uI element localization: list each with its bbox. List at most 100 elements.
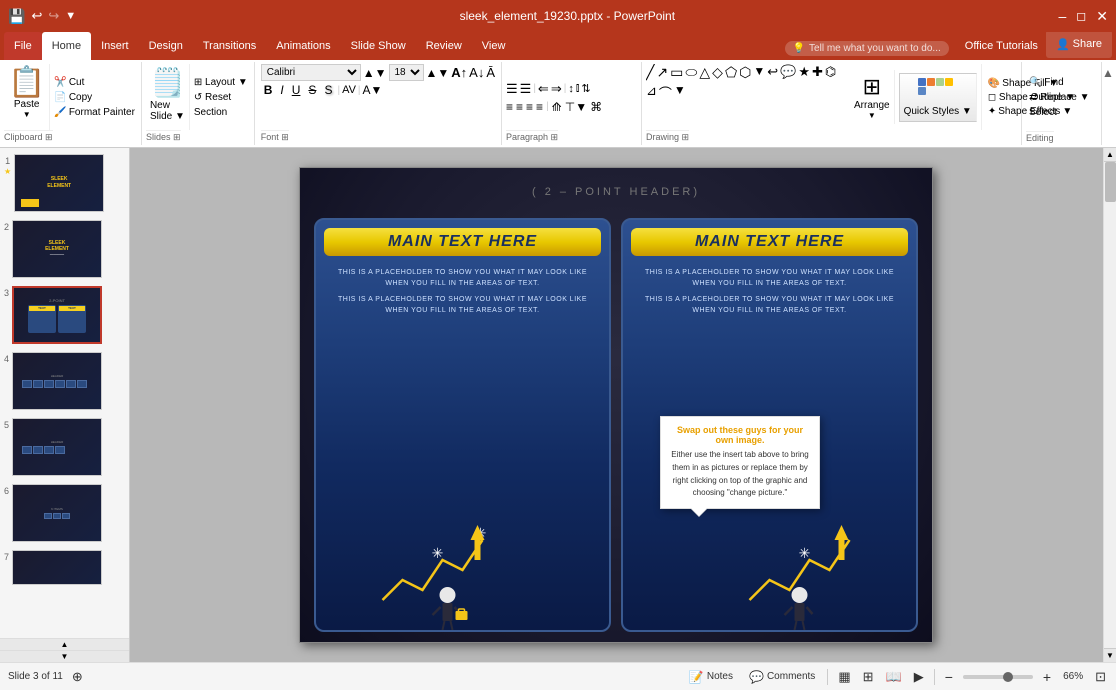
shape-rect[interactable]: ▭ [670, 64, 683, 81]
slide-item[interactable]: 1 ★ SLEEKELEMENT [4, 154, 125, 212]
slide-thumbnail[interactable]: HEADER [12, 418, 102, 476]
bullets-btn[interactable]: ☰ [506, 81, 518, 97]
shape-triangle[interactable]: △ [699, 64, 710, 81]
customize-icon[interactable]: ▼ [65, 10, 76, 22]
normal-view-btn[interactable]: ▦ [836, 669, 852, 685]
tell-me-input[interactable]: 💡 Tell me what you want to do... [785, 41, 949, 56]
line-spacing-btn[interactable]: ↕ [568, 83, 574, 95]
text-direction-btn[interactable]: ⟰ [552, 100, 562, 114]
columns-btn[interactable]: ⫾ [576, 82, 580, 95]
office-tutorials-btn[interactable]: Office Tutorials [957, 32, 1046, 60]
replace-button[interactable]: ⇄ Replace ▼ [1026, 91, 1093, 104]
font-color-btn[interactable]: A▼ [363, 83, 383, 97]
slide-item[interactable]: 6 6 ITEMS [4, 484, 125, 542]
scroll-up-arrow[interactable]: ▲ [0, 638, 129, 650]
redo-icon[interactable]: ↪ [48, 8, 59, 24]
zoom-slider[interactable] [963, 675, 1033, 679]
zoom-level[interactable]: 66% [1061, 671, 1085, 682]
slide-item[interactable]: 2 SLEEKELEMENT──── [4, 220, 125, 278]
decrease-indent-btn[interactable]: ⇐ [538, 81, 549, 97]
increase-indent-btn[interactable]: ⇒ [551, 81, 562, 97]
zoom-in-btn[interactable]: + [1041, 669, 1053, 685]
vscroll-down[interactable]: ▼ [1104, 648, 1116, 662]
shape-pentagon[interactable]: ⬠ [725, 64, 737, 81]
slide-thumbnail[interactable]: SLEEKELEMENT [14, 154, 104, 212]
underline-btn[interactable]: U [289, 83, 304, 97]
layout-button[interactable]: ⊞ Layout ▼ [192, 76, 250, 89]
slide-thumbnail[interactable] [12, 550, 102, 585]
align-center-btn[interactable]: ≡ [516, 100, 523, 114]
align-text-btn[interactable]: ⊤▼ [565, 100, 587, 114]
copy-button[interactable]: 📄 Copy [52, 91, 137, 104]
font-size-select[interactable]: 18 [389, 64, 424, 81]
numbering-btn[interactable]: ☰ [520, 81, 532, 97]
shape-custom3[interactable]: ⌒ [659, 83, 672, 102]
share-button[interactable]: 👤Share [1046, 30, 1112, 58]
notes-button[interactable]: 📝 Notes [685, 668, 737, 686]
slide-item[interactable]: 7 [4, 550, 125, 585]
shape-star[interactable]: ★ [798, 64, 810, 81]
slide-thumbnail[interactable]: 6 ITEMS [12, 484, 102, 542]
strikethrough-btn[interactable]: S [305, 83, 319, 97]
new-slide-button[interactable]: 🗒️ NewSlide ▼ [146, 64, 190, 130]
increase-font-btn[interactable]: A↑ [451, 65, 467, 80]
minimize-icon[interactable]: – [1059, 8, 1067, 24]
slide-sorter-btn[interactable]: ⊞ [861, 669, 876, 685]
shape-curved-arr[interactable]: ↩ [767, 64, 778, 81]
justify-btn[interactable]: ≡ [536, 100, 543, 114]
slide-thumbnail[interactable]: SLEEKELEMENT──── [12, 220, 102, 278]
shadow-btn[interactable]: S [321, 83, 335, 97]
reset-button[interactable]: ↺ Reset [192, 91, 250, 104]
vscroll-thumb[interactable] [1105, 162, 1116, 202]
align-right-btn[interactable]: ≡ [526, 100, 533, 114]
tab-design[interactable]: Design [139, 32, 193, 60]
font-family-select[interactable]: Calibri [261, 64, 361, 81]
shape-ellipse[interactable]: ⬭ [685, 64, 697, 81]
find-button[interactable]: 🔍 Find [1026, 76, 1093, 89]
align-left-btn[interactable]: ≡ [506, 100, 513, 114]
quick-styles-button[interactable]: Quick Styles ▼ [899, 73, 977, 122]
zoom-out-btn[interactable]: − [943, 669, 955, 685]
slide-thumbnail[interactable]: HEADER [12, 352, 102, 410]
shape-custom2[interactable]: ⊿ [646, 83, 657, 102]
smartart-btn[interactable]: ⌘ [590, 100, 602, 114]
tab-slideshow[interactable]: Slide Show [341, 32, 416, 60]
fit-slide-btn[interactable]: ⊡ [1093, 669, 1108, 685]
shape-cross[interactable]: ✚ [812, 64, 823, 81]
tab-insert[interactable]: Insert [91, 32, 139, 60]
arrange-button[interactable]: ⊞ Arrange ▼ [850, 70, 895, 124]
undo-icon[interactable]: ↩ [31, 8, 42, 24]
shape-line[interactable]: ╱ [646, 64, 654, 81]
shapes-more[interactable]: ▼ [674, 83, 686, 102]
tab-view[interactable]: View [472, 32, 516, 60]
shape-scroll-down[interactable]: ▼ [753, 64, 765, 81]
reading-view-btn[interactable]: 📖 [884, 669, 904, 685]
close-icon[interactable]: ✕ [1096, 8, 1108, 25]
accessibility-icon[interactable]: ⊕ [69, 669, 86, 685]
decrease-font-btn[interactable]: A↓ [469, 65, 484, 80]
paste-button[interactable]: 📋 Paste ▼ [4, 64, 50, 130]
shape-arrow[interactable]: ↗ [656, 64, 668, 81]
vscroll-up[interactable]: ▲ [1104, 148, 1116, 162]
bold-btn[interactable]: B [261, 83, 276, 97]
save-icon[interactable]: 💾 [8, 8, 25, 25]
clear-format-btn[interactable]: Ā [486, 65, 495, 80]
italic-btn[interactable]: I [277, 83, 286, 97]
tab-transitions[interactable]: Transitions [193, 32, 266, 60]
slide-thumbnail-active[interactable]: 2-POINT TEXT TEXT [12, 286, 102, 344]
restore-icon[interactable]: ◻ [1076, 9, 1086, 23]
slide-show-btn[interactable]: ▶ [912, 669, 926, 685]
shape-callout[interactable]: 💬 [780, 64, 796, 81]
tab-animations[interactable]: Animations [266, 32, 340, 60]
ribbon-collapse-btn[interactable]: ▲ [1102, 62, 1116, 145]
shape-diamond[interactable]: ◇ [712, 64, 723, 81]
slide-item[interactable]: 5 HEADER [4, 418, 125, 476]
select-button[interactable]: Select [1026, 106, 1093, 119]
slide-item[interactable]: 4 HEADER [4, 352, 125, 410]
tab-file[interactable]: File [4, 32, 42, 60]
cut-button[interactable]: ✂️ Cut [52, 76, 137, 89]
shape-hexagon[interactable]: ⬡ [739, 64, 751, 81]
shape-custom1[interactable]: ⌬ [825, 64, 836, 81]
tab-review[interactable]: Review [416, 32, 472, 60]
char-spacing-btn[interactable]: AV [342, 84, 356, 96]
